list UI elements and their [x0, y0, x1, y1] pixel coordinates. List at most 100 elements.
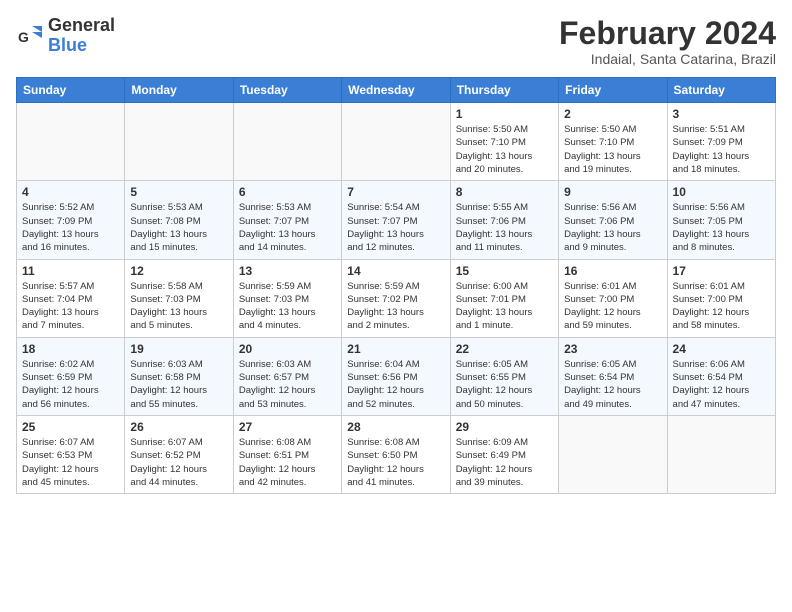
day-info: Sunrise: 6:09 AM Sunset: 6:49 PM Dayligh…	[456, 436, 553, 489]
calendar-cell: 24 Sunrise: 6:06 AM Sunset: 6:54 PM Dayli…	[667, 337, 775, 415]
calendar-cell: 29 Sunrise: 6:09 AM Sunset: 6:49 PM Dayli…	[450, 415, 558, 493]
day-info: Sunrise: 6:05 AM Sunset: 6:55 PM Dayligh…	[456, 358, 553, 411]
week-row-4: 25 Sunrise: 6:07 AM Sunset: 6:53 PM Dayli…	[17, 415, 776, 493]
day-number: 2	[564, 107, 661, 121]
day-number: 28	[347, 420, 444, 434]
calendar-cell: 7 Sunrise: 5:54 AM Sunset: 7:07 PM Daylig…	[342, 181, 450, 259]
day-info: Sunrise: 6:04 AM Sunset: 6:56 PM Dayligh…	[347, 358, 444, 411]
logo-text: General Blue	[48, 16, 115, 56]
calendar-cell	[17, 103, 125, 181]
header-thursday: Thursday	[450, 78, 558, 103]
calendar-cell	[559, 415, 667, 493]
day-info: Sunrise: 5:54 AM Sunset: 7:07 PM Dayligh…	[347, 201, 444, 254]
calendar-cell: 3 Sunrise: 5:51 AM Sunset: 7:09 PM Daylig…	[667, 103, 775, 181]
calendar-cell	[342, 103, 450, 181]
day-number: 8	[456, 185, 553, 199]
day-number: 1	[456, 107, 553, 121]
day-number: 26	[130, 420, 227, 434]
header-monday: Monday	[125, 78, 233, 103]
day-number: 11	[22, 264, 119, 278]
calendar-cell: 6Sunrise: 5:53 AM Sunset: 7:07 PM Daylig…	[233, 181, 341, 259]
calendar-cell: 20 Sunrise: 6:03 AM Sunset: 6:57 PM Dayli…	[233, 337, 341, 415]
day-info: Sunrise: 5:56 AM Sunset: 7:05 PM Dayligh…	[673, 201, 770, 254]
day-info: Sunrise: 5:59 AM Sunset: 7:03 PM Dayligh…	[239, 280, 336, 333]
calendar-cell: 5 Sunrise: 5:53 AM Sunset: 7:08 PM Daylig…	[125, 181, 233, 259]
calendar-cell: 15 Sunrise: 6:00 AM Sunset: 7:01 PM Dayli…	[450, 259, 558, 337]
calendar-cell	[125, 103, 233, 181]
calendar-cell: 13 Sunrise: 5:59 AM Sunset: 7:03 PM Dayli…	[233, 259, 341, 337]
calendar-cell: 21 Sunrise: 6:04 AM Sunset: 6:56 PM Dayli…	[342, 337, 450, 415]
logo: G General Blue	[16, 16, 115, 56]
day-info: Sunrise: 5:53 AM Sunset: 7:08 PM Dayligh…	[130, 201, 227, 254]
calendar-cell: 16 Sunrise: 6:01 AM Sunset: 7:00 PM Dayli…	[559, 259, 667, 337]
day-info: Sunrise: 5:59 AM Sunset: 7:02 PM Dayligh…	[347, 280, 444, 333]
day-info: Sunrise: 5:55 AM Sunset: 7:06 PM Dayligh…	[456, 201, 553, 254]
day-number: 29	[456, 420, 553, 434]
day-info: Sunrise: 6:07 AM Sunset: 6:53 PM Dayligh…	[22, 436, 119, 489]
title-block: February 2024 Indaial, Santa Catarina, B…	[559, 16, 776, 67]
day-number: 21	[347, 342, 444, 356]
header-tuesday: Tuesday	[233, 78, 341, 103]
day-info: Sunrise: 5:52 AM Sunset: 7:09 PM Dayligh…	[22, 201, 119, 254]
day-info: Sunrise: 6:06 AM Sunset: 6:54 PM Dayligh…	[673, 358, 770, 411]
day-number: 9	[564, 185, 661, 199]
day-number: 23	[564, 342, 661, 356]
day-info: Sunrise: 5:51 AM Sunset: 7:09 PM Dayligh…	[673, 123, 770, 176]
calendar-body: 1Sunrise: 5:50 AM Sunset: 7:10 PM Daylig…	[17, 103, 776, 494]
calendar-cell: 10 Sunrise: 5:56 AM Sunset: 7:05 PM Dayli…	[667, 181, 775, 259]
day-info: Sunrise: 6:01 AM Sunset: 7:00 PM Dayligh…	[564, 280, 661, 333]
day-number: 5	[130, 185, 227, 199]
day-number: 6	[239, 185, 336, 199]
calendar-cell: 12Sunrise: 5:58 AM Sunset: 7:03 PM Dayli…	[125, 259, 233, 337]
week-row-3: 18 Sunrise: 6:02 AM Sunset: 6:59 PM Dayli…	[17, 337, 776, 415]
day-info: Sunrise: 6:01 AM Sunset: 7:00 PM Dayligh…	[673, 280, 770, 333]
week-row-1: 4 Sunrise: 5:52 AM Sunset: 7:09 PM Daylig…	[17, 181, 776, 259]
day-number: 13	[239, 264, 336, 278]
day-info: Sunrise: 5:58 AM Sunset: 7:03 PM Dayligh…	[130, 280, 227, 333]
day-info: Sunrise: 6:05 AM Sunset: 6:54 PM Dayligh…	[564, 358, 661, 411]
header-friday: Friday	[559, 78, 667, 103]
calendar-cell: 4 Sunrise: 5:52 AM Sunset: 7:09 PM Daylig…	[17, 181, 125, 259]
calendar-cell: 27Sunrise: 6:08 AM Sunset: 6:51 PM Dayli…	[233, 415, 341, 493]
calendar-cell: 19Sunrise: 6:03 AM Sunset: 6:58 PM Dayli…	[125, 337, 233, 415]
day-number: 4	[22, 185, 119, 199]
day-number: 25	[22, 420, 119, 434]
calendar-cell: 9Sunrise: 5:56 AM Sunset: 7:06 PM Daylig…	[559, 181, 667, 259]
day-number: 20	[239, 342, 336, 356]
day-info: Sunrise: 6:08 AM Sunset: 6:50 PM Dayligh…	[347, 436, 444, 489]
day-number: 22	[456, 342, 553, 356]
logo-icon: G	[16, 22, 44, 50]
week-row-2: 11Sunrise: 5:57 AM Sunset: 7:04 PM Dayli…	[17, 259, 776, 337]
day-number: 18	[22, 342, 119, 356]
day-info: Sunrise: 6:03 AM Sunset: 6:57 PM Dayligh…	[239, 358, 336, 411]
calendar-table: SundayMondayTuesdayWednesdayThursdayFrid…	[16, 77, 776, 494]
day-number: 10	[673, 185, 770, 199]
calendar-cell: 17 Sunrise: 6:01 AM Sunset: 7:00 PM Dayli…	[667, 259, 775, 337]
day-number: 14	[347, 264, 444, 278]
day-number: 17	[673, 264, 770, 278]
svg-text:G: G	[18, 29, 29, 45]
calendar-cell: 1Sunrise: 5:50 AM Sunset: 7:10 PM Daylig…	[450, 103, 558, 181]
header-saturday: Saturday	[667, 78, 775, 103]
header-wednesday: Wednesday	[342, 78, 450, 103]
day-number: 3	[673, 107, 770, 121]
day-info: Sunrise: 6:02 AM Sunset: 6:59 PM Dayligh…	[22, 358, 119, 411]
calendar-cell	[233, 103, 341, 181]
calendar-cell	[667, 415, 775, 493]
day-info: Sunrise: 6:00 AM Sunset: 7:01 PM Dayligh…	[456, 280, 553, 333]
day-number: 7	[347, 185, 444, 199]
calendar-cell: 22 Sunrise: 6:05 AM Sunset: 6:55 PM Dayli…	[450, 337, 558, 415]
location-subtitle: Indaial, Santa Catarina, Brazil	[559, 51, 776, 67]
calendar-cell: 8 Sunrise: 5:55 AM Sunset: 7:06 PM Daylig…	[450, 181, 558, 259]
calendar-cell: 28 Sunrise: 6:08 AM Sunset: 6:50 PM Dayli…	[342, 415, 450, 493]
calendar-cell: 25 Sunrise: 6:07 AM Sunset: 6:53 PM Dayli…	[17, 415, 125, 493]
calendar-cell: 26Sunrise: 6:07 AM Sunset: 6:52 PM Dayli…	[125, 415, 233, 493]
calendar-header-row: SundayMondayTuesdayWednesdayThursdayFrid…	[17, 78, 776, 103]
month-title: February 2024	[559, 16, 776, 51]
day-number: 15	[456, 264, 553, 278]
day-number: 24	[673, 342, 770, 356]
calendar-cell: 11Sunrise: 5:57 AM Sunset: 7:04 PM Dayli…	[17, 259, 125, 337]
day-info: Sunrise: 6:08 AM Sunset: 6:51 PM Dayligh…	[239, 436, 336, 489]
week-row-0: 1Sunrise: 5:50 AM Sunset: 7:10 PM Daylig…	[17, 103, 776, 181]
day-number: 16	[564, 264, 661, 278]
